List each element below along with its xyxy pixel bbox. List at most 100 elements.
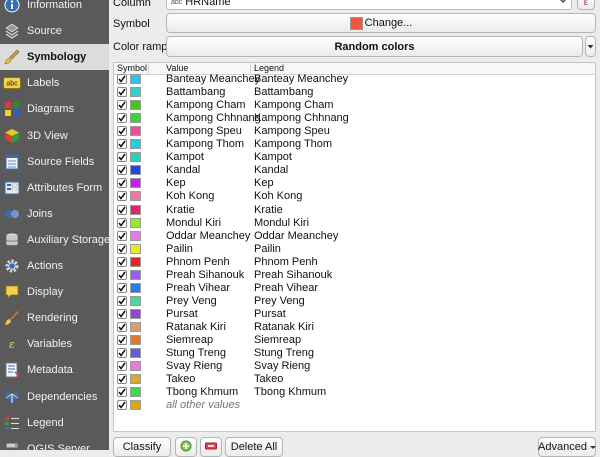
sidebar-item-attributes-form[interactable]: Attributes Form (0, 175, 109, 201)
table-row[interactable]: PailinPailin (114, 243, 595, 256)
table-row[interactable]: Kampong ThomKampong Thom (114, 138, 595, 151)
table-row[interactable]: Banteay MeancheyBanteay Meanchey (114, 73, 595, 86)
sidebar-item-diagrams[interactable]: Diagrams (0, 96, 109, 122)
classify-button[interactable]: Classify (113, 437, 171, 457)
table-row[interactable]: Stung TrengStung Treng (114, 347, 595, 360)
table-row[interactable]: Svay RiengSvay Rieng (114, 360, 595, 373)
column-select[interactable]: abc HRName (166, 0, 572, 10)
symbol-swatch[interactable] (130, 283, 141, 293)
symbol-swatch[interactable] (130, 244, 141, 254)
table-row[interactable]: all other values (114, 399, 595, 412)
table-row[interactable]: Koh KongKoh Kong (114, 190, 595, 203)
remove-class-button[interactable] (200, 437, 222, 457)
symbol-swatch[interactable] (130, 231, 141, 241)
row-checkbox[interactable] (117, 218, 127, 228)
symbol-swatch[interactable] (130, 139, 141, 149)
sidebar-item-information[interactable]: Information (0, 0, 109, 18)
row-checkbox[interactable] (117, 139, 127, 149)
symbol-swatch[interactable] (130, 100, 141, 110)
symbol-swatch[interactable] (130, 113, 141, 123)
table-row[interactable]: Kampong ChhnangKampong Chhnang (114, 112, 595, 125)
table-row[interactable]: Oddar MeancheyOddar Meanchey (114, 230, 595, 243)
sidebar-item-metadata[interactable]: Metadata (0, 357, 109, 383)
sidebar-item-symbology[interactable]: Symbology (0, 44, 109, 70)
symbol-swatch[interactable] (130, 165, 141, 175)
symbol-swatch[interactable] (130, 178, 141, 188)
row-checkbox[interactable] (117, 361, 127, 371)
symbol-swatch[interactable] (130, 87, 141, 97)
sidebar-item-dependencies[interactable]: Dependencies (0, 384, 109, 410)
table-row[interactable]: Kampong SpeuKampong Speu (114, 125, 595, 138)
advanced-button[interactable]: Advanced (538, 437, 596, 457)
row-checkbox[interactable] (117, 113, 127, 123)
symbol-swatch[interactable] (130, 374, 141, 384)
row-checkbox[interactable] (117, 257, 127, 267)
symbol-swatch[interactable] (130, 126, 141, 136)
color-ramp-dropdown[interactable] (585, 36, 596, 57)
table-row[interactable]: SiemreapSiemreap (114, 334, 595, 347)
table-row[interactable]: Prey VengPrey Veng (114, 295, 595, 308)
table-row[interactable]: Tbong KhmumTbong Khmum (114, 386, 595, 399)
sidebar-item-qgis-server[interactable]: QGIS Server (0, 436, 109, 450)
symbol-swatch[interactable] (130, 309, 141, 319)
symbol-swatch[interactable] (130, 322, 141, 332)
row-checkbox[interactable] (117, 374, 127, 384)
symbol-swatch[interactable] (130, 191, 141, 201)
sidebar-item-labels[interactable]: abcLabels (0, 70, 109, 96)
sidebar-item-joins[interactable]: Joins (0, 201, 109, 227)
row-checkbox[interactable] (117, 296, 127, 306)
row-checkbox[interactable] (117, 165, 127, 175)
table-row[interactable]: KandalKandal (114, 164, 595, 177)
row-checkbox[interactable] (117, 309, 127, 319)
row-checkbox[interactable] (117, 205, 127, 215)
sidebar-item-auxiliary-storage[interactable]: Auxiliary Storage (0, 227, 109, 253)
symbol-swatch[interactable] (130, 387, 141, 397)
symbol-swatch[interactable] (130, 152, 141, 162)
table-row[interactable]: Preah VihearPreah Vihear (114, 282, 595, 295)
categories-table[interactable]: Symbol Value Legend Banteay MeancheyBant… (113, 62, 596, 432)
row-checkbox[interactable] (117, 191, 127, 201)
row-checkbox[interactable] (117, 400, 127, 410)
table-row[interactable]: BattambangBattambang (114, 86, 595, 99)
symbol-swatch[interactable] (130, 361, 141, 371)
sidebar-item-source[interactable]: Source (0, 18, 109, 44)
row-checkbox[interactable] (117, 231, 127, 241)
row-checkbox[interactable] (117, 283, 127, 293)
row-checkbox[interactable] (117, 270, 127, 280)
table-row[interactable]: KratieKratie (114, 204, 595, 217)
sidebar-item-legend[interactable]: Legend (0, 410, 109, 436)
expression-button[interactable]: ε (577, 0, 595, 10)
symbol-swatch[interactable] (130, 257, 141, 267)
delete-all-button[interactable]: Delete All (225, 437, 283, 457)
table-row[interactable]: KampotKampot (114, 151, 595, 164)
table-row[interactable]: Kampong ChamKampong Cham (114, 99, 595, 112)
sidebar-item-rendering[interactable]: Rendering (0, 305, 109, 331)
sidebar-item-variables[interactable]: εVariables (0, 331, 109, 357)
row-checkbox[interactable] (117, 152, 127, 162)
color-ramp-button[interactable]: Random colors (166, 36, 583, 57)
table-row[interactable]: Phnom PenhPhnom Penh (114, 256, 595, 269)
symbol-swatch[interactable] (130, 348, 141, 358)
symbol-swatch[interactable] (130, 270, 141, 280)
symbol-swatch[interactable] (130, 335, 141, 345)
symbol-swatch[interactable] (130, 296, 141, 306)
table-row[interactable]: Preah SihanoukPreah Sihanouk (114, 269, 595, 282)
sidebar-item-source-fields[interactable]: Source Fields (0, 149, 109, 175)
add-class-button[interactable] (175, 437, 197, 457)
table-row[interactable]: KepKep (114, 177, 595, 190)
row-checkbox[interactable] (117, 244, 127, 254)
row-checkbox[interactable] (117, 87, 127, 97)
row-checkbox[interactable] (117, 322, 127, 332)
row-checkbox[interactable] (117, 387, 127, 397)
symbol-swatch[interactable] (130, 74, 141, 84)
row-checkbox[interactable] (117, 335, 127, 345)
table-row[interactable]: Mondul KiriMondul Kiri (114, 217, 595, 230)
table-row[interactable]: Ratanak KiriRatanak Kiri (114, 321, 595, 334)
symbol-swatch[interactable] (130, 205, 141, 215)
row-checkbox[interactable] (117, 74, 127, 84)
table-row[interactable]: PursatPursat (114, 308, 595, 321)
sidebar-item-3d-view[interactable]: 3D View (0, 123, 109, 149)
sidebar-item-actions[interactable]: Actions (0, 253, 109, 279)
symbol-swatch[interactable] (130, 400, 141, 410)
symbol-swatch[interactable] (130, 218, 141, 228)
